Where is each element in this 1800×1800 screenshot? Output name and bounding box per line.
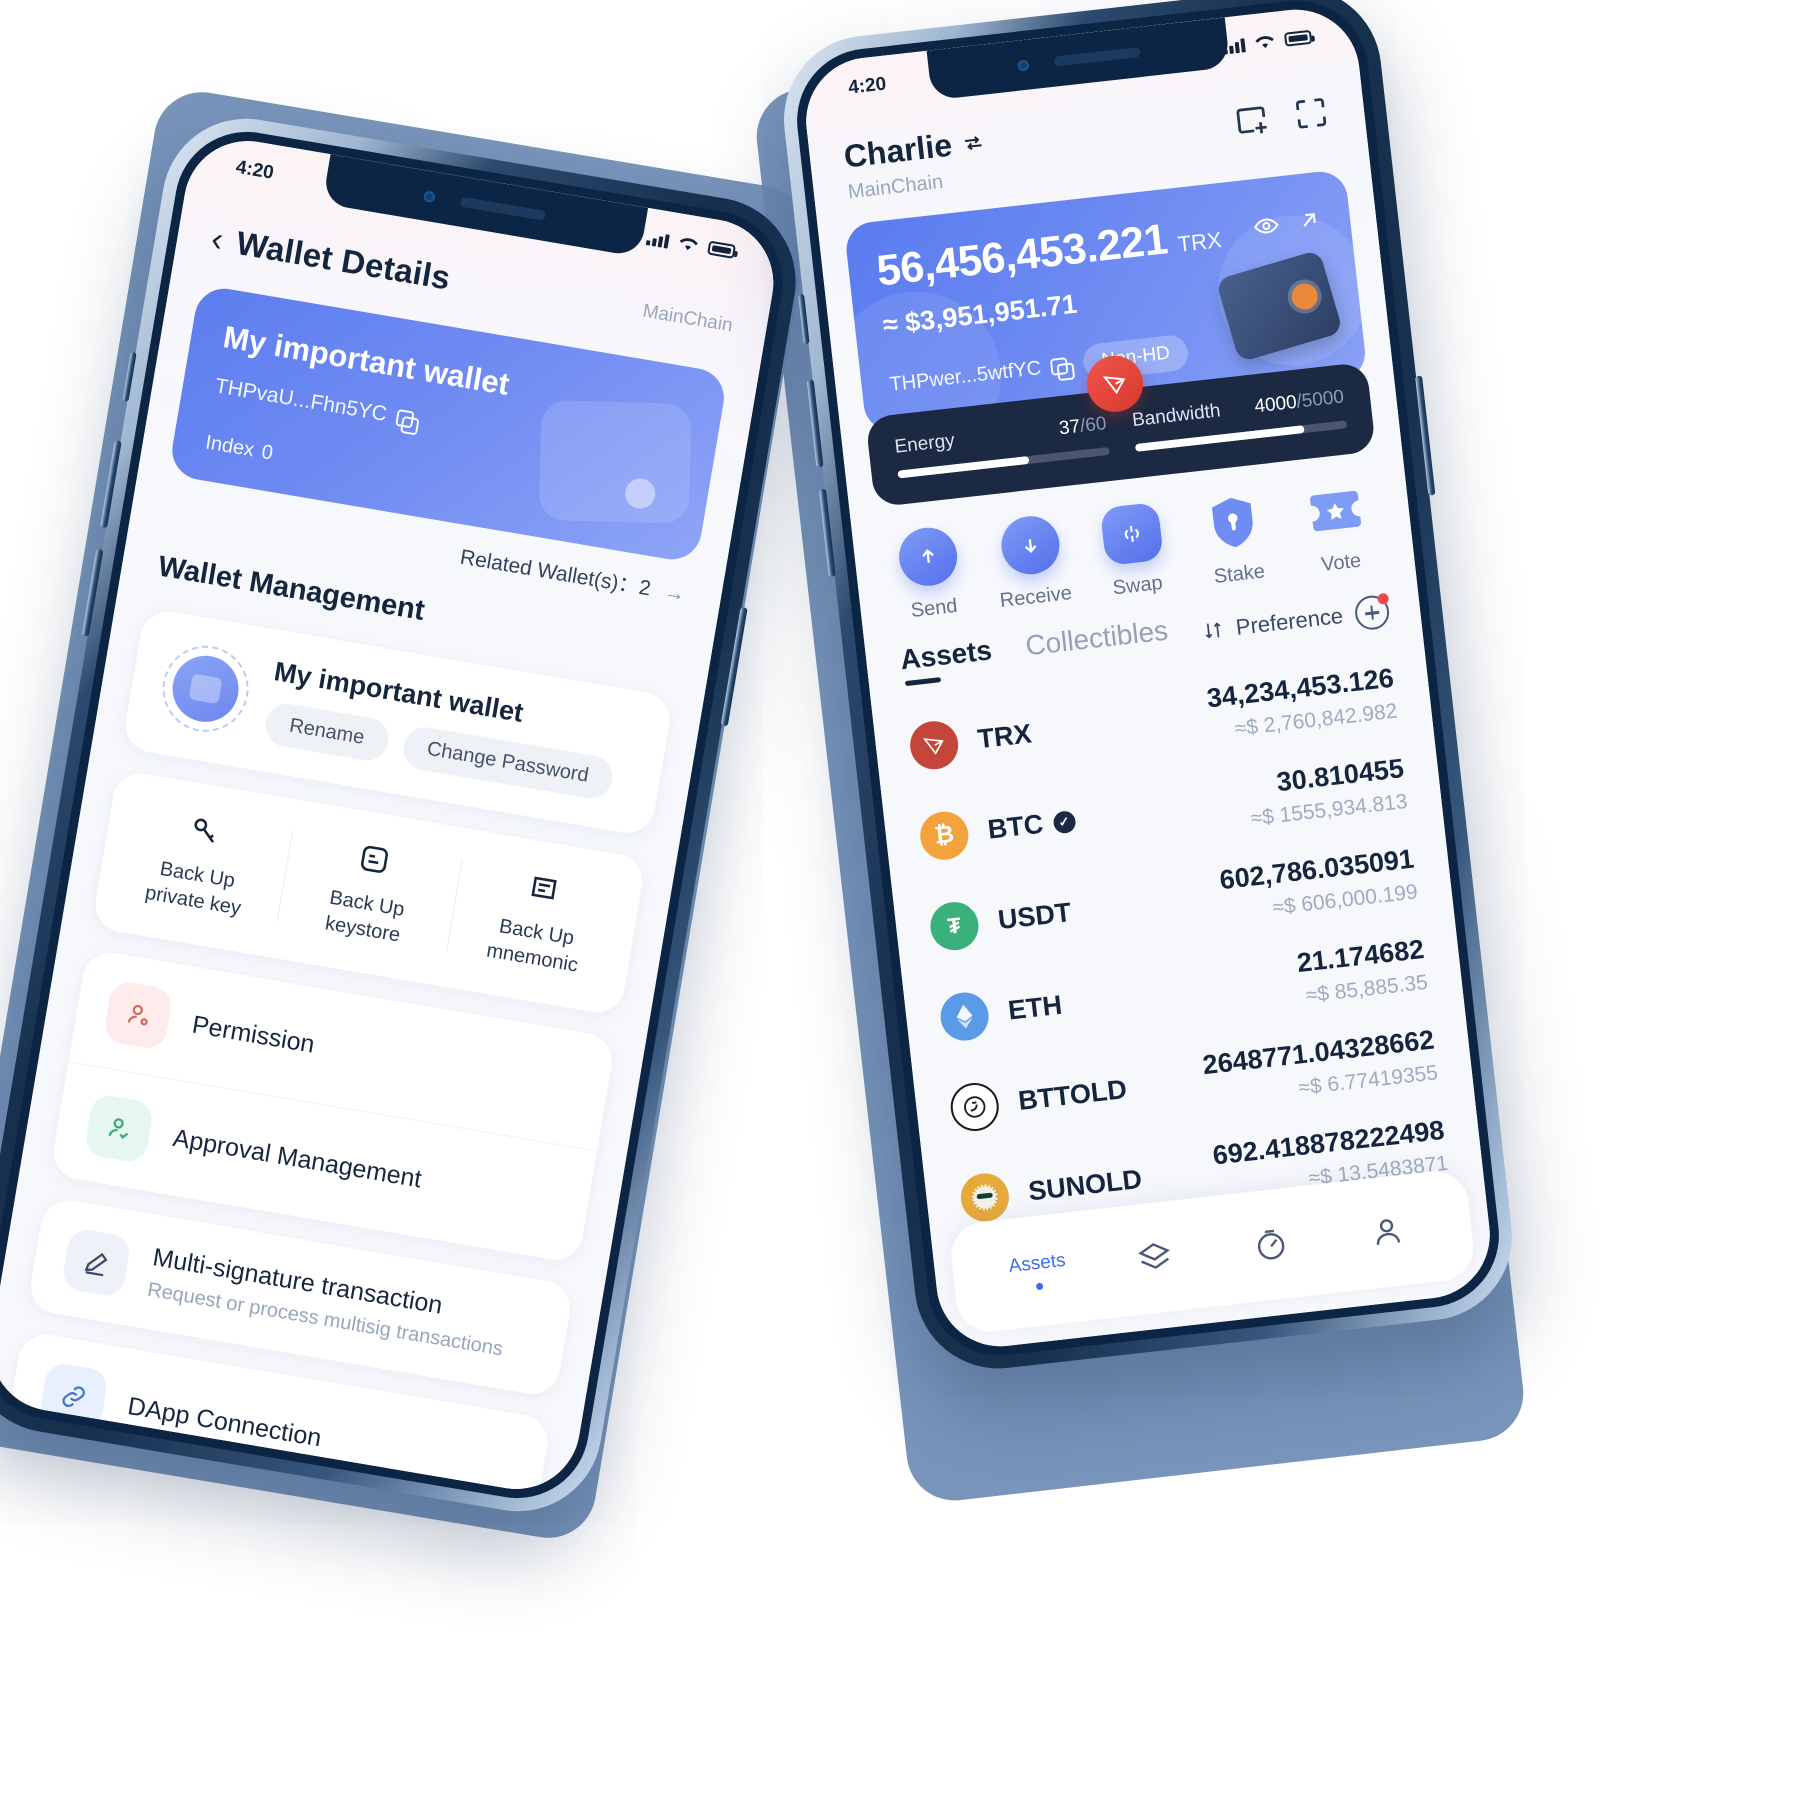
asset-symbol: SUNOLD [1026,1163,1144,1207]
bottom-nav-assets[interactable]: Assets [978,1246,1098,1296]
status-time-left: 4:20 [234,156,276,184]
rename-button[interactable]: Rename [262,700,392,764]
wallet-index-value: 0 [259,441,275,465]
add-wallet-icon[interactable] [1230,99,1272,141]
bottom-nav-profile[interactable] [1326,1203,1447,1260]
bitcoin-token-icon: ₿ [917,808,971,862]
permission-user-icon [102,979,174,1051]
add-token-icon[interactable] [1352,592,1391,632]
tron-token-icon [907,718,961,772]
wallet-index-label: Index [203,431,256,462]
action-send-label: Send [909,594,959,622]
asset-symbol: BTC [986,808,1045,845]
action-vote-label: Vote [1320,549,1363,576]
link-icon [37,1360,110,1433]
action-swap[interactable]: Swap [1078,499,1190,603]
action-vote[interactable]: Vote [1281,477,1393,581]
tether-token-icon: ₮ [927,899,981,953]
switch-account-icon [965,135,983,150]
menu-item-approval-label: Approval Management [171,1123,424,1193]
asset-symbol: BTTOLD [1016,1074,1129,1116]
sun-token-icon [958,1170,1012,1224]
copy-icon[interactable] [395,408,415,429]
screenshot-stage: 4:20 ‹ Wallet Details MainChain My impor… [0,0,1800,1800]
page-title: Wallet Details [233,224,454,297]
action-stake-label: Stake [1212,560,1267,588]
menu-item-dapp-label: DApp Connection [125,1391,324,1452]
action-stake[interactable]: Stake [1180,488,1292,592]
resource-bandwidth[interactable]: Bandwidth 4000/5000 [1131,386,1348,452]
verified-badge-icon: ✓ [1051,809,1077,834]
wallet-home-body: Charlie MainChain 56,456,453.221 TRX ≈ $… [799,3,1497,1353]
resource-energy-used: 37 [1057,416,1082,440]
wallet-avatar-icon[interactable] [156,639,256,739]
ticket-star-icon [1303,479,1367,543]
resource-energy-total: 60 [1084,413,1108,437]
preference-label[interactable]: Preference [1235,603,1345,641]
arrow-right-icon: → [662,580,687,607]
layers-icon [1094,1230,1215,1287]
resource-energy-label: Energy [893,430,956,458]
wallet-card-decoration [538,399,692,525]
bottom-nav-layers[interactable] [1094,1230,1215,1287]
swap-icon [1099,501,1164,566]
bottom-nav-active-dot [1035,1282,1044,1290]
backup-private-key-button[interactable]: Back Up private key [106,797,293,928]
backup-keystore-button[interactable]: Back Up keystore [276,825,463,956]
cellular-bars-icon-right [1222,37,1246,55]
sort-arrows-icon[interactable] [1201,618,1225,642]
menu-item-permission-label: Permission [190,1010,317,1059]
ethereum-token-icon [938,989,992,1043]
asset-symbol: ETH [1006,989,1064,1026]
profile-icon [1326,1203,1447,1260]
explore-icon [1210,1216,1331,1273]
copy-icon-right[interactable] [1050,356,1069,376]
asset-symbol: TRX [976,718,1034,755]
action-swap-label: Swap [1111,571,1164,600]
wifi-icon [679,238,698,251]
backup-mnemonic-button[interactable]: Back Up mnemonic [445,854,632,985]
approval-check-user-icon [83,1092,155,1165]
wallet-card-address: THPvaU...Fhn5YC [213,374,389,427]
bottom-nav-explore[interactable] [1210,1216,1331,1273]
arrow-down-icon [998,513,1063,578]
asset-symbol: USDT [996,897,1073,936]
screen-wallet-home: 4:20 Charlie MainChain 56,456,453.221 TR… [799,3,1497,1353]
resource-bandwidth-used: 4000 [1253,391,1298,418]
bittorrent-token-icon [948,1079,1002,1134]
status-time-right: 4:20 [847,73,888,99]
resource-bandwidth-total: 5000 [1300,386,1346,413]
resource-bandwidth-label: Bandwidth [1131,400,1222,432]
action-receive[interactable]: Receive [976,511,1088,615]
action-send[interactable]: Send [874,522,986,626]
chain-label: MainChain [641,300,735,337]
shield-lock-icon [1202,490,1266,554]
wifi-icon-right [1255,36,1274,49]
chevron-left-icon[interactable]: ‹ [209,220,227,259]
wallet-details-body: ‹ Wallet Details MainChain My important … [0,131,784,1499]
resource-energy[interactable]: Energy 37/60 [893,413,1110,479]
pencil-icon [60,1226,133,1299]
phone-bezel-left: 4:20 ‹ Wallet Details MainChain My impor… [0,120,794,1510]
scan-qr-icon[interactable] [1290,92,1332,134]
phone-wallet-details: 4:20 ‹ Wallet Details MainChain My impor… [0,105,809,1525]
battery-full-icon [707,240,737,259]
screen-wallet-details: 4:20 ‹ Wallet Details MainChain My impor… [0,131,784,1499]
balance-unit: TRX [1176,227,1223,257]
arrow-up-icon [896,524,961,589]
bottom-nav-assets-label: Assets [1007,1249,1067,1277]
account-name: Charlie [841,126,954,175]
phone-button-power-right[interactable] [1415,375,1436,496]
cellular-bars-icon [645,230,670,249]
battery-full-icon-right [1283,29,1313,47]
action-receive-label: Receive [998,582,1074,612]
